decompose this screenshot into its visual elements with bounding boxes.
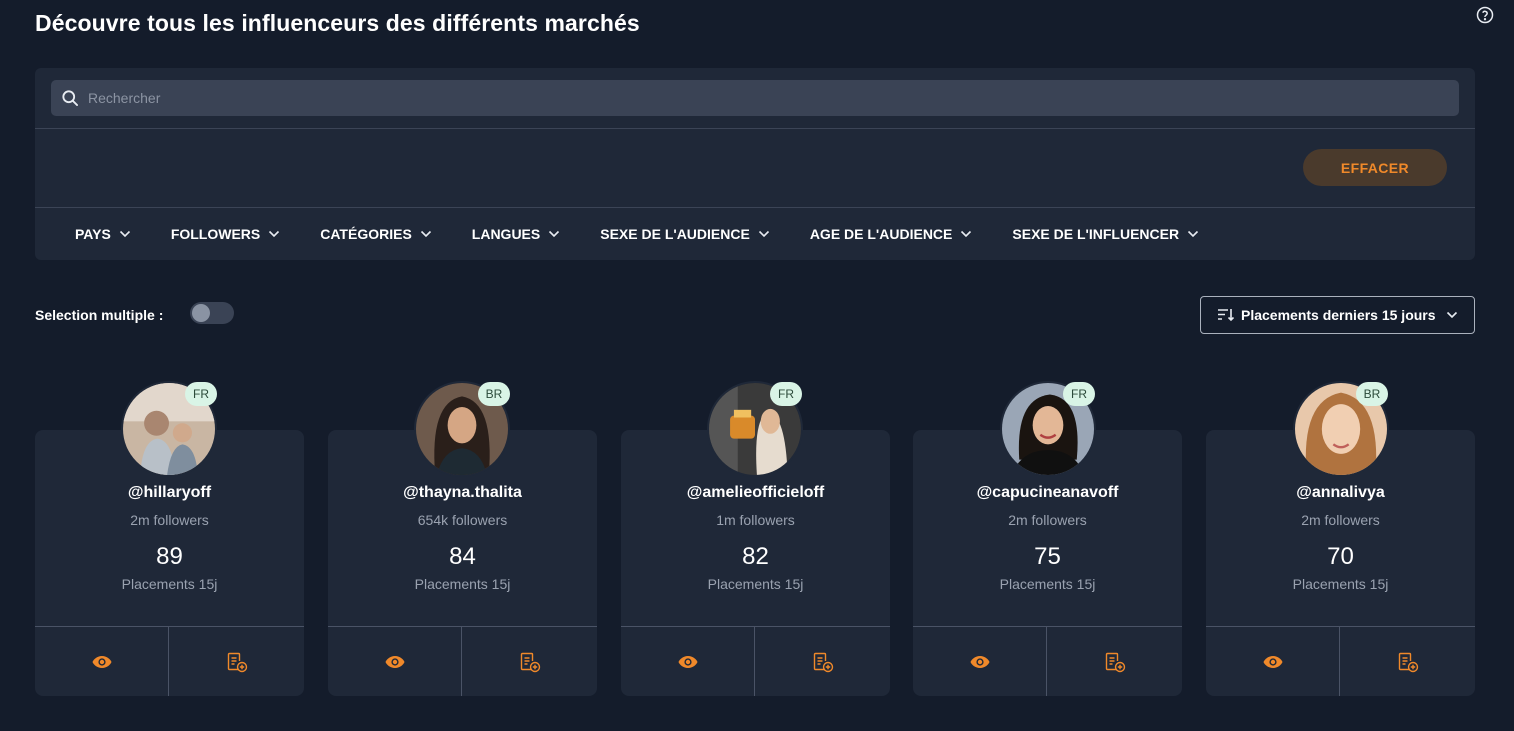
toggle-knob xyxy=(192,304,210,322)
chevron-down-icon xyxy=(1188,230,1199,238)
filter-followers[interactable]: FOLLOWERS xyxy=(171,226,280,242)
chevron-down-icon xyxy=(119,230,130,238)
follower-count: 1m followers xyxy=(716,512,795,528)
chevron-down-icon xyxy=(269,230,280,238)
filter-audience-age[interactable]: AGE DE L'AUDIENCE xyxy=(810,226,973,242)
filter-label: AGE DE L'AUDIENCE xyxy=(809,226,953,242)
eye-icon xyxy=(1263,655,1282,668)
add-to-list-button[interactable] xyxy=(1047,627,1182,696)
chevron-down-icon xyxy=(420,230,431,238)
influencer-handle[interactable]: @amelieofficieloff xyxy=(621,484,890,502)
follower-count: 654k followers xyxy=(417,512,508,528)
placements-value: 75 xyxy=(1034,543,1061,570)
influencer-handle[interactable]: @annalivya xyxy=(1206,484,1475,502)
follower-count: 2m followers xyxy=(1301,512,1380,528)
filter-label: FOLLOWERS xyxy=(170,226,261,242)
placements-label: Placements 15j xyxy=(1292,576,1389,592)
add-to-list-button[interactable] xyxy=(462,627,597,696)
placements-value: 82 xyxy=(742,543,769,570)
multi-select-toggle[interactable] xyxy=(190,302,234,324)
page-title: Découvre tous les influenceurs des diffé… xyxy=(35,10,640,36)
placements-label: Placements 15j xyxy=(707,576,804,592)
add-to-list-button[interactable] xyxy=(169,627,304,696)
list-add-icon xyxy=(227,652,247,672)
sort-label: Placements derniers 15 jours xyxy=(1241,307,1436,323)
filter-country[interactable]: PAYS xyxy=(75,226,131,242)
placements-value: 89 xyxy=(156,543,183,570)
view-profile-button[interactable] xyxy=(1206,627,1339,696)
filter-audience-gender[interactable]: SEXE DE L'AUDIENCE xyxy=(600,226,770,242)
filter-label: SEXE DE L'AUDIENCE xyxy=(600,226,750,242)
influencer-handle[interactable]: @hillaryoff xyxy=(35,484,304,502)
list-add-icon xyxy=(520,652,540,672)
view-profile-button[interactable] xyxy=(328,627,461,696)
follower-count: 2m followers xyxy=(1008,512,1087,528)
panel-divider xyxy=(35,128,1475,129)
filter-label: LANGUES xyxy=(471,226,541,242)
placements-label: Placements 15j xyxy=(414,576,511,592)
filter-label: PAYS xyxy=(75,226,111,242)
chevron-down-icon xyxy=(549,230,560,238)
eye-icon xyxy=(385,655,404,668)
country-badge: FR xyxy=(770,382,802,406)
list-add-icon xyxy=(1398,652,1418,672)
eye-icon xyxy=(92,655,111,668)
view-profile-button[interactable] xyxy=(913,627,1046,696)
page: Découvre tous les influenceurs des diffé… xyxy=(0,0,1514,731)
chevron-down-icon xyxy=(961,230,972,238)
placements-label: Placements 15j xyxy=(999,576,1096,592)
follower-count: 2m followers xyxy=(130,512,209,528)
search-icon xyxy=(62,90,79,107)
add-to-list-button[interactable] xyxy=(1340,627,1475,696)
placements-value: 70 xyxy=(1327,543,1354,570)
filter-row: PAYS FOLLOWERS CATÉGORIES LANGUES SEXE D… xyxy=(75,208,1239,260)
sort-dropdown[interactable]: Placements derniers 15 jours xyxy=(1200,296,1475,334)
list-add-icon xyxy=(1105,652,1125,672)
search-box xyxy=(51,80,1459,116)
add-to-list-button[interactable] xyxy=(755,627,890,696)
filter-label: CATÉGORIES xyxy=(320,226,412,242)
list-add-icon xyxy=(813,652,833,672)
chevron-down-icon xyxy=(1446,311,1457,319)
search-input[interactable] xyxy=(88,80,1459,116)
chevron-down-icon xyxy=(758,230,769,238)
view-profile-button[interactable] xyxy=(35,627,168,696)
country-badge: BR xyxy=(478,382,510,406)
filter-panel: EFFACER PAYS FOLLOWERS CATÉGORIES LANGUE… xyxy=(35,68,1475,260)
multi-select-label: Selection multiple : xyxy=(35,307,164,323)
help-circle-icon[interactable] xyxy=(1476,6,1494,24)
filter-categories[interactable]: CATÉGORIES xyxy=(320,226,432,242)
filter-influencer-gender[interactable]: SEXE DE L'INFLUENCER xyxy=(1012,226,1199,242)
country-badge: BR xyxy=(1356,382,1388,406)
placements-value: 84 xyxy=(449,543,476,570)
influencer-handle[interactable]: @thayna.thalita xyxy=(328,484,597,502)
placements-label: Placements 15j xyxy=(121,576,218,592)
clear-filters-button[interactable]: EFFACER xyxy=(1303,149,1447,186)
eye-icon xyxy=(678,655,697,668)
country-badge: FR xyxy=(1063,382,1095,406)
view-profile-button[interactable] xyxy=(621,627,754,696)
filter-label: SEXE DE L'INFLUENCER xyxy=(1012,226,1180,242)
filter-languages[interactable]: LANGUES xyxy=(472,226,560,242)
country-badge: FR xyxy=(185,382,217,406)
eye-icon xyxy=(970,655,989,668)
sort-icon xyxy=(1218,309,1235,322)
influencer-handle[interactable]: @capucineanavoff xyxy=(913,484,1182,502)
